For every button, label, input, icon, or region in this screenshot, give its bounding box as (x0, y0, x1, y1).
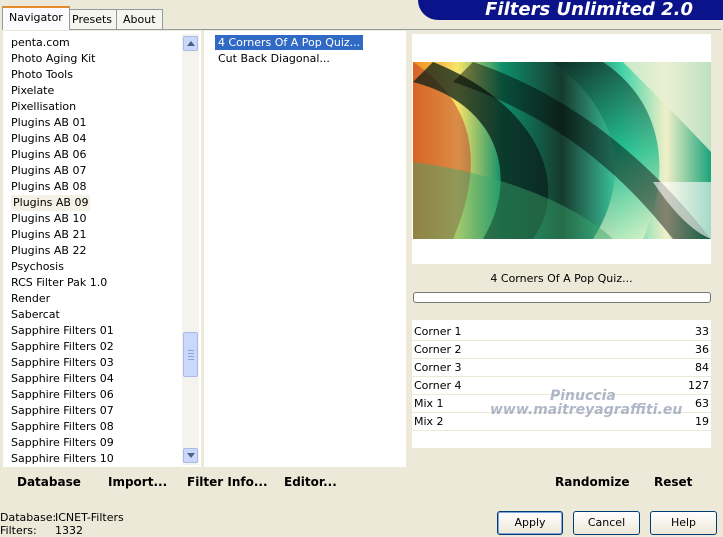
param-divider (412, 430, 711, 431)
progress-bar (413, 292, 711, 303)
category-item[interactable]: Plugins AB 07 (11, 163, 86, 179)
apply-button[interactable]: Apply (497, 511, 563, 535)
category-list[interactable]: penta.com Photo Aging Kit Photo Tools Pixel… (3, 31, 201, 467)
category-item[interactable]: Plugins AB 10 (11, 211, 86, 227)
filter-list[interactable]: 4 Corners Of A Pop Quiz... Cut Back Diago… (204, 31, 406, 467)
category-item[interactable]: Psychosis (11, 259, 64, 275)
param-value: 127 (688, 379, 709, 392)
param-slider-row[interactable]: Corner 2 36 (412, 341, 711, 358)
arrow-up-icon[interactable] (183, 36, 198, 51)
editor-button[interactable]: Editor... (284, 475, 337, 489)
param-slider-row[interactable]: Corner 1 33 (412, 323, 711, 340)
tab-frame-line (2, 29, 721, 30)
import-button[interactable]: Import... (108, 475, 167, 489)
category-item[interactable]: Plugins AB 09 (11, 195, 91, 211)
category-item[interactable]: Sapphire Filters 09 (11, 435, 114, 451)
tab-navigator[interactable]: Navigator (2, 6, 70, 30)
param-value: 84 (695, 361, 709, 374)
category-item[interactable]: Render (11, 291, 50, 307)
param-label: Corner 4 (414, 379, 462, 392)
category-item[interactable]: Sapphire Filters 01 (11, 323, 114, 339)
category-item[interactable]: Plugins AB 08 (11, 179, 86, 195)
category-item[interactable]: Plugins AB 04 (11, 131, 86, 147)
param-value: 33 (695, 325, 709, 338)
category-item[interactable]: Sapphire Filters 02 (11, 339, 114, 355)
category-item[interactable]: Photo Tools (11, 67, 73, 83)
category-item[interactable]: Photo Aging Kit (11, 51, 95, 67)
category-item[interactable]: RCS Filter Pak 1.0 (11, 275, 107, 291)
param-label: Corner 3 (414, 361, 462, 374)
watermark: Pinuccia www.maitreyagraffiti.eu (490, 388, 683, 418)
category-item[interactable]: Sabercat (11, 307, 60, 323)
category-item[interactable]: Plugins AB 21 (11, 227, 86, 243)
category-item[interactable]: Sapphire Filters 04 (11, 371, 114, 387)
category-item[interactable]: Plugins AB 06 (11, 147, 86, 163)
filter-item[interactable]: 4 Corners Of A Pop Quiz... (215, 35, 364, 50)
category-item[interactable]: Sapphire Filters 07 (11, 403, 114, 419)
current-filter-name: 4 Corners Of A Pop Quiz... (412, 268, 711, 290)
preview-image (413, 62, 711, 239)
category-item[interactable]: Sapphire Filters 03 (11, 355, 114, 371)
category-item[interactable]: Sapphire Filters 08 (11, 419, 114, 435)
help-button[interactable]: Help (650, 511, 717, 535)
param-label: Mix 1 (414, 397, 444, 410)
category-item[interactable]: Sapphire Filters 06 (11, 387, 114, 403)
reset-button[interactable]: Reset (654, 475, 692, 489)
category-item[interactable]: penta.com (11, 35, 70, 51)
filter-info-button[interactable]: Filter Info... (187, 475, 268, 489)
filter-item[interactable]: Cut Back Diagonal... (215, 51, 333, 66)
category-item[interactable]: Sapphire Filters 10 (11, 451, 114, 467)
param-label: Corner 2 (414, 343, 462, 356)
app-title-banner: Filters Unlimited 2.0 (418, 0, 723, 20)
param-label: Corner 1 (414, 325, 462, 338)
param-value: 36 (695, 343, 709, 356)
database-button[interactable]: Database (17, 475, 81, 489)
tab-about[interactable]: About (116, 9, 163, 29)
cancel-button[interactable]: Cancel (573, 511, 640, 535)
tab-presets[interactable]: Presets (65, 9, 120, 29)
param-slider-row[interactable]: Corner 3 84 (412, 359, 711, 376)
arrow-down-icon[interactable] (183, 448, 198, 463)
scroll-thumb[interactable] (183, 332, 198, 377)
category-item[interactable]: Pixelate (11, 83, 54, 99)
category-item[interactable]: Plugins AB 22 (11, 243, 86, 259)
param-label: Mix 2 (414, 415, 444, 428)
status-database: Database: ICNET-Filters (0, 511, 124, 524)
param-value: 19 (695, 415, 709, 428)
category-item[interactable]: Plugins AB 01 (11, 115, 86, 131)
category-scrollbar[interactable] (182, 34, 199, 465)
category-item[interactable]: Pixellisation (11, 99, 76, 115)
status-filters: Filters: 1332 (0, 524, 83, 537)
param-value: 63 (695, 397, 709, 410)
randomize-button[interactable]: Randomize (555, 475, 629, 489)
